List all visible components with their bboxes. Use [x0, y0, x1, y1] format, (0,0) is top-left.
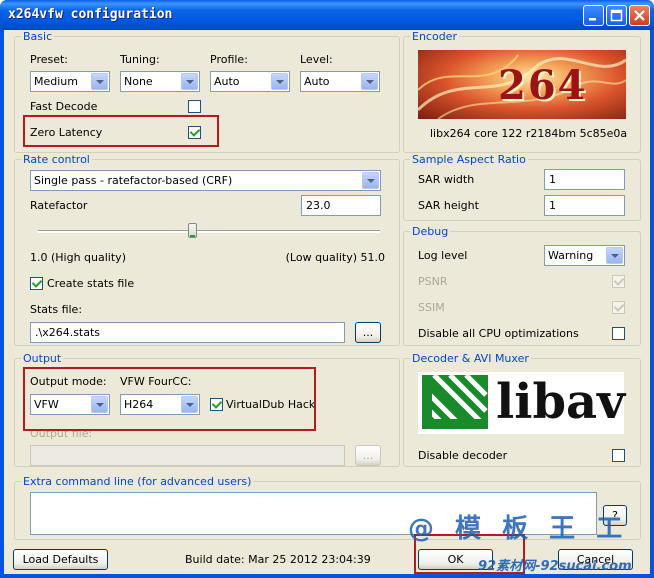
- libav-logo: libav: [418, 372, 626, 434]
- fast-decode-label: Fast Decode: [30, 100, 98, 113]
- chevron-down-icon: [361, 73, 378, 90]
- rate-control-legend: Rate control: [21, 153, 92, 166]
- dialog-window: x264vfw configuration Basic Preset: Medi…: [0, 0, 654, 578]
- x264-logo: 264: [418, 50, 626, 119]
- log-level-select[interactable]: Warning: [544, 245, 625, 266]
- log-level-label: Log level: [418, 249, 468, 262]
- stats-file-input[interactable]: .\x264.stats: [30, 322, 345, 343]
- window-title: x264vfw configuration: [8, 7, 173, 22]
- fast-decode-checkbox[interactable]: [188, 100, 201, 113]
- disable-decoder-checkbox[interactable]: [612, 449, 625, 462]
- psnr-checkbox[interactable]: [612, 275, 625, 288]
- profile-label: Profile:: [210, 53, 248, 66]
- decoder-group: Decoder & AVI Muxer libav Disable decode…: [403, 352, 641, 467]
- stats-file-browse-button[interactable]: ...: [355, 322, 381, 343]
- zero-latency-checkbox[interactable]: [188, 126, 201, 139]
- sar-height-label: SAR height: [418, 199, 479, 212]
- libav-mark-icon: [420, 373, 488, 429]
- decoder-legend: Decoder & AVI Muxer: [410, 352, 531, 365]
- level-label: Level:: [300, 53, 333, 66]
- chevron-down-icon: [362, 172, 379, 189]
- chevron-down-icon: [91, 73, 108, 90]
- virtualdub-hack-checkbox[interactable]: [210, 398, 223, 411]
- virtualdub-hack-label: VirtualDub Hack: [226, 398, 316, 411]
- ssim-label: SSIM: [418, 301, 445, 314]
- build-date: Build date: Mar 25 2012 23:04:39: [185, 553, 371, 566]
- tuning-label: Tuning:: [120, 53, 160, 66]
- output-legend: Output: [21, 352, 64, 365]
- disable-cpu-label: Disable all CPU optimizations: [418, 327, 579, 340]
- ratefactor-label: Ratefactor: [30, 199, 88, 212]
- stats-file-label: Stats file:: [30, 303, 83, 316]
- ratefactor-slider-track[interactable]: [38, 230, 380, 233]
- encoder-group: Encoder 264 libx264 core 122 r2184bm 5c8…: [403, 30, 641, 153]
- extra-command-legend: Extra command line (for advanced users): [21, 475, 254, 488]
- vfw-fourcc-label: VFW FourCC:: [120, 375, 192, 388]
- sar-group: Sample Aspect Ratio SAR width 1 SAR heig…: [403, 153, 641, 221]
- debug-group: Debug Log level Warning PSNR SSIM Disabl…: [403, 225, 641, 346]
- basic-group: Basic Preset: Medium Tuning: None Profil…: [14, 30, 400, 153]
- level-select[interactable]: Auto: [300, 71, 380, 92]
- title-bar[interactable]: x264vfw configuration: [0, 0, 654, 30]
- libav-logo-text: libav: [496, 374, 626, 430]
- chevron-down-icon: [91, 396, 108, 413]
- profile-select[interactable]: Auto: [210, 71, 290, 92]
- maximize-icon[interactable]: [606, 5, 627, 26]
- output-file-label: Output file:: [30, 427, 93, 440]
- tuning-select[interactable]: None: [120, 71, 200, 92]
- psnr-label: PSNR: [418, 275, 448, 288]
- sar-width-input[interactable]: 1: [544, 169, 625, 190]
- chevron-down-icon: [271, 73, 288, 90]
- output-mode-select[interactable]: VFW: [30, 394, 110, 415]
- encoder-version: libx264 core 122 r2184bm 5c85e0a: [430, 127, 628, 140]
- output-group: Output Output mode: VFW VFW FourCC: H264…: [14, 352, 400, 467]
- rate-control-group: Rate control Single pass - ratefactor-ba…: [14, 153, 400, 346]
- encoder-legend: Encoder: [410, 30, 459, 43]
- ssim-checkbox[interactable]: [612, 301, 625, 314]
- close-icon[interactable]: [629, 5, 650, 26]
- output-mode-label: Output mode:: [30, 375, 107, 388]
- ratefactor-input[interactable]: 23.0: [301, 195, 381, 216]
- ratefactor-max-label: (Low quality) 51.0: [285, 251, 385, 264]
- dialog-client-area: Basic Preset: Medium Tuning: None Profil…: [4, 30, 650, 574]
- vfw-fourcc-select[interactable]: H264: [120, 394, 200, 415]
- disable-cpu-checkbox[interactable]: [612, 327, 625, 340]
- watermark-text: @ 模 板 王 工: [408, 514, 629, 544]
- sar-legend: Sample Aspect Ratio: [410, 153, 528, 166]
- load-defaults-button[interactable]: Load Defaults: [13, 549, 108, 570]
- preset-label: Preset:: [30, 53, 69, 66]
- create-stats-label: Create stats file: [47, 277, 135, 290]
- output-file-browse-button[interactable]: ...: [355, 445, 381, 466]
- zero-latency-label: Zero Latency: [30, 126, 103, 139]
- ratefactor-slider-thumb[interactable]: [187, 223, 197, 238]
- disable-decoder-label: Disable decoder: [418, 449, 508, 462]
- output-file-input[interactable]: [30, 445, 345, 466]
- ratefactor-min-label: 1.0 (High quality): [30, 251, 126, 264]
- debug-legend: Debug: [410, 225, 451, 238]
- chevron-down-icon: [181, 73, 198, 90]
- basic-legend: Basic: [21, 30, 55, 43]
- create-stats-checkbox[interactable]: [30, 277, 43, 290]
- watermark-site: 92素材网-92sucai.com: [478, 559, 632, 574]
- preset-select[interactable]: Medium: [30, 71, 110, 92]
- sar-height-input[interactable]: 1: [544, 195, 625, 216]
- x264-logo-text: 264: [498, 62, 588, 109]
- minimize-icon[interactable]: [583, 5, 604, 26]
- chevron-down-icon: [181, 396, 198, 413]
- chevron-down-icon: [606, 247, 623, 264]
- rate-control-mode-select[interactable]: Single pass - ratefactor-based (CRF): [30, 170, 381, 191]
- sar-width-label: SAR width: [418, 173, 475, 186]
